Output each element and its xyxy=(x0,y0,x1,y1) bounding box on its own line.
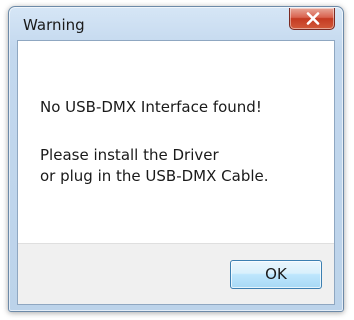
button-bar: OK xyxy=(18,243,334,304)
instruction-line-1: Please install the Driver xyxy=(40,146,219,164)
instruction-text: Please install the Driver or plug in the… xyxy=(40,145,269,187)
window-title: Warning xyxy=(23,16,85,34)
close-button[interactable] xyxy=(289,8,335,30)
dialog-body: No USB-DMX Interface found! Please insta… xyxy=(17,40,335,305)
error-message: No USB-DMX Interface found! xyxy=(40,98,262,116)
close-icon xyxy=(306,12,320,25)
warning-dialog: Warning No USB-DMX Interface found! Plea… xyxy=(8,6,344,312)
title-bar[interactable]: Warning xyxy=(9,7,343,41)
ok-button[interactable]: OK xyxy=(230,260,322,289)
instruction-line-2: or plug in the USB-DMX Cable. xyxy=(40,167,269,185)
